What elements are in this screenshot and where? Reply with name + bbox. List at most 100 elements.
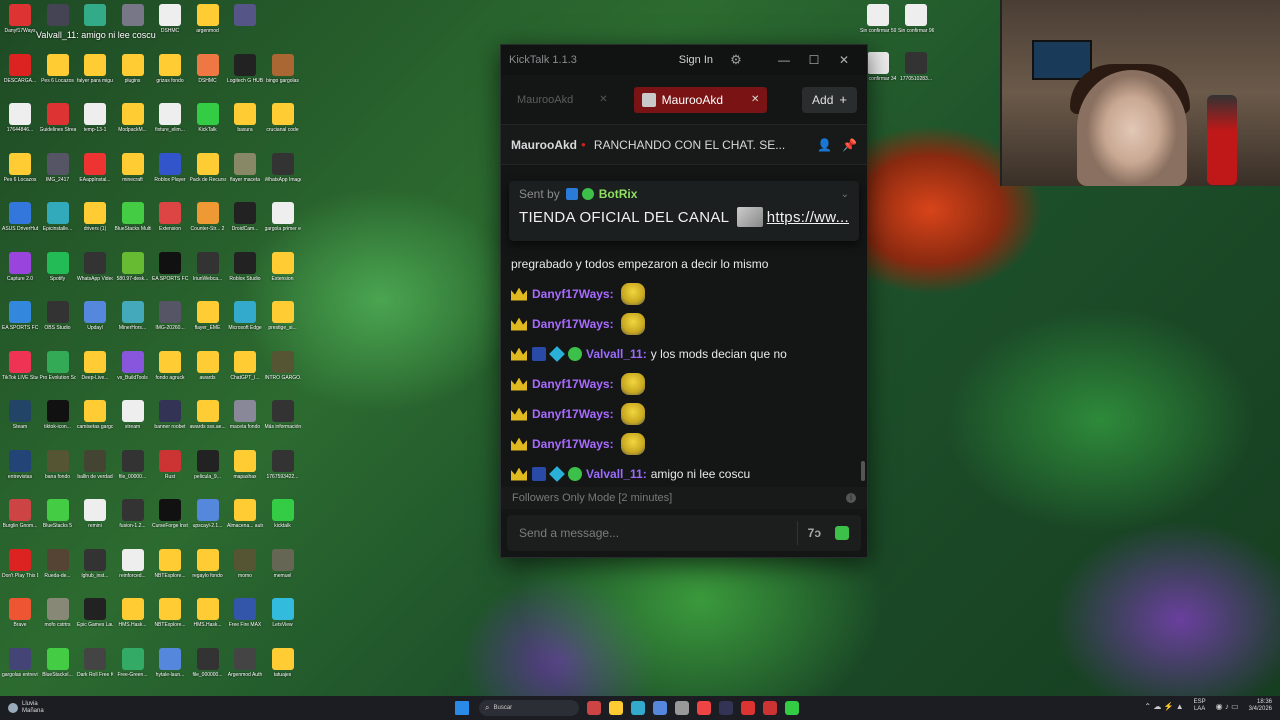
desktop-icon[interactable]: TikTok LIVE Studio [2, 350, 38, 395]
desktop-icon[interactable]: drivers (1) [77, 202, 113, 246]
desktop-icon[interactable]: camisetas gargolas [77, 400, 113, 444]
desktop-icon[interactable]: Don't Play This Demo [2, 548, 38, 593]
chat-messages[interactable]: pregrabado y todos empezaron a decir lo … [501, 243, 867, 487]
taskbar-app-icon[interactable] [697, 701, 711, 715]
desktop-icon[interactable]: Logitech G HUB [227, 53, 263, 98]
desktop-icon[interactable]: LetsView [265, 598, 301, 642]
pin-icon[interactable]: 📌 [842, 138, 857, 152]
username[interactable]: Danyf17Ways: [532, 317, 614, 331]
channel-name[interactable]: MaurooAkd [511, 138, 577, 152]
desktop-icon[interactable]: prestige_si... [265, 301, 301, 345]
desktop-icon[interactable]: file_00000... [115, 449, 151, 494]
desktop-icon[interactable]: Danyf17Ways [2, 4, 38, 48]
username[interactable]: Danyf17Ways: [532, 407, 614, 421]
username[interactable]: Danyf17Ways: [532, 287, 614, 301]
chat-message[interactable]: Danyf17Ways: [511, 429, 857, 459]
desktop-icon[interactable]: IriunWebca... [190, 251, 226, 296]
desktop-icon[interactable]: banner roobet [152, 400, 188, 444]
taskbar-app-icon[interactable] [719, 701, 733, 715]
windows-start-icon[interactable] [455, 701, 469, 715]
desktop-icon[interactable]: Steam [2, 400, 38, 444]
desktop-file[interactable]: Sin confirmar 962937.crd... [898, 4, 934, 48]
desktop-icon[interactable]: stream [115, 400, 151, 444]
desktop-icon[interactable]: fondo agruck [152, 350, 188, 395]
desktop-icon[interactable] [227, 4, 263, 48]
desktop-icon[interactable]: BlueStacksI... [40, 647, 76, 692]
username[interactable]: Valvall_11: [586, 467, 647, 481]
username[interactable]: Valvall_11: [586, 347, 647, 361]
sign-in-button[interactable]: Sign In [679, 54, 713, 66]
chat-message[interactable]: Danyf17Ways: [511, 399, 857, 429]
desktop-icon[interactable]: awards sss.ae... [190, 400, 226, 444]
desktop-icon[interactable]: argenmod [190, 4, 226, 48]
desktop-icon[interactable]: Epicinstalle... [40, 202, 76, 246]
desktop-icon[interactable]: Argenmod Auth [227, 647, 263, 692]
desktop-icon[interactable]: Extension [152, 202, 188, 246]
desktop-icon[interactable]: entrevistas [2, 449, 38, 494]
desktop-icon[interactable]: Capture 2.0 [2, 251, 38, 296]
desktop-icon[interactable]: pelicula_9... [190, 449, 226, 494]
desktop-icon[interactable]: Rueda-de... [40, 548, 76, 593]
minimize-button[interactable]: — [769, 53, 799, 67]
desktop-icon[interactable]: Más información [265, 400, 301, 444]
bot-name[interactable]: BotRix [599, 187, 638, 201]
desktop-icon[interactable]: Counter-Str... 2 [190, 202, 226, 246]
desktop-icon[interactable]: 1767593422... [265, 449, 301, 494]
desktop-icon[interactable] [77, 4, 113, 48]
chevron-down-icon[interactable]: ⌄ [841, 189, 849, 200]
desktop-icon[interactable]: EA SPORTS FC 26 [2, 301, 38, 345]
desktop-icon[interactable]: Free-Green... [115, 647, 151, 692]
user-icon[interactable]: 👤 [817, 138, 832, 152]
chat-message[interactable]: pregrabado y todos empezaron a decir lo … [511, 255, 857, 279]
taskbar-search[interactable]: ⌕ Buscar [479, 700, 579, 716]
desktop-file[interactable]: 1770510283... [898, 52, 934, 96]
desktop-icon[interactable]: Almacena... automátic... [227, 499, 263, 543]
desktop-icon[interactable]: mofo cstrtrs [40, 598, 76, 642]
message-input[interactable] [519, 526, 787, 540]
desktop-icon[interactable]: file_000000... [190, 647, 226, 692]
desktop-icon[interactable]: flayer_EME [190, 301, 226, 345]
desktop-icon[interactable]: Guidelines Streams [40, 103, 76, 147]
desktop-icon[interactable]: memuel [265, 548, 301, 593]
translate-icon[interactable]: 7ↄ [808, 526, 821, 540]
desktop-icon[interactable]: INTRO GARGO... [265, 350, 301, 395]
chat-message[interactable]: Valvall_11: amigo ni lee coscu [511, 459, 857, 487]
pinned-link[interactable]: https://ww... [767, 209, 849, 226]
pinned-message[interactable]: Sent by BotRix ⌄ TIENDA OFICIAL DEL CANA… [509, 181, 859, 241]
taskbar-app-icon[interactable] [763, 701, 777, 715]
desktop-icon[interactable]: tiktok-icon... [40, 400, 76, 444]
desktop-icon[interactable]: Free Fire MAX [227, 598, 263, 642]
taskbar-app-icon[interactable] [631, 701, 645, 715]
desktop-icon[interactable]: CurseForge Installer [152, 499, 188, 543]
desktop-icon[interactable]: kicktalk [265, 499, 301, 543]
tray-icons[interactable]: ⌃ ☁ ⚡ ▲ [1144, 702, 1183, 710]
desktop-icon[interactable]: NBTExplore... [152, 548, 188, 593]
desktop-icon[interactable]: bingo gargolas [265, 53, 301, 98]
desktop-icon[interactable]: momo [227, 548, 263, 593]
desktop-icon[interactable]: DESCARGA... [2, 53, 38, 98]
desktop-icon[interactable]: hytale-laun... [152, 647, 188, 692]
desktop-icon[interactable]: HMS.Hask... [115, 598, 151, 642]
chat-message[interactable]: Valvall_11: y los mods decian que no [511, 339, 857, 369]
desktop-icon[interactable]: Updayl [77, 301, 113, 345]
chat-message[interactable]: Danyf17Ways: [511, 279, 857, 309]
desktop-icon[interactable]: HMS.Hask... [190, 598, 226, 642]
desktop-icon[interactable]: NBTExplore... [152, 598, 188, 642]
desktop-icon[interactable]: Pack de Recursos [190, 152, 226, 197]
desktop-icon[interactable]: Epic Games Launcher [77, 598, 113, 642]
desktop-icon[interactable]: plugins [115, 53, 151, 98]
chat-message[interactable]: Danyf17Ways: [511, 309, 857, 339]
taskbar-app-icon[interactable] [675, 701, 689, 715]
desktop-icon[interactable]: gargolas entrevistas [2, 647, 38, 692]
desktop-icon[interactable]: gargola primer e... [265, 202, 301, 246]
desktop-icon[interactable]: temp-13-1 [77, 103, 113, 147]
desktop-icon[interactable]: Dark Roll Free Kick... [77, 647, 113, 692]
desktop-icon[interactable]: Rust [152, 449, 188, 494]
username[interactable]: Danyf17Ways: [532, 437, 614, 451]
tab-maurooakd-inactive[interactable]: MaurooAkd ✕ [511, 87, 614, 113]
desktop-icon[interactable]: DSHMC [152, 4, 188, 48]
desktop-icon[interactable]: BlueStacks 5 [40, 499, 76, 543]
taskbar-app-icon[interactable] [609, 701, 623, 715]
taskbar-app-icon[interactable] [785, 701, 799, 715]
weather-widget[interactable]: Lluvia Mañana [0, 701, 120, 715]
